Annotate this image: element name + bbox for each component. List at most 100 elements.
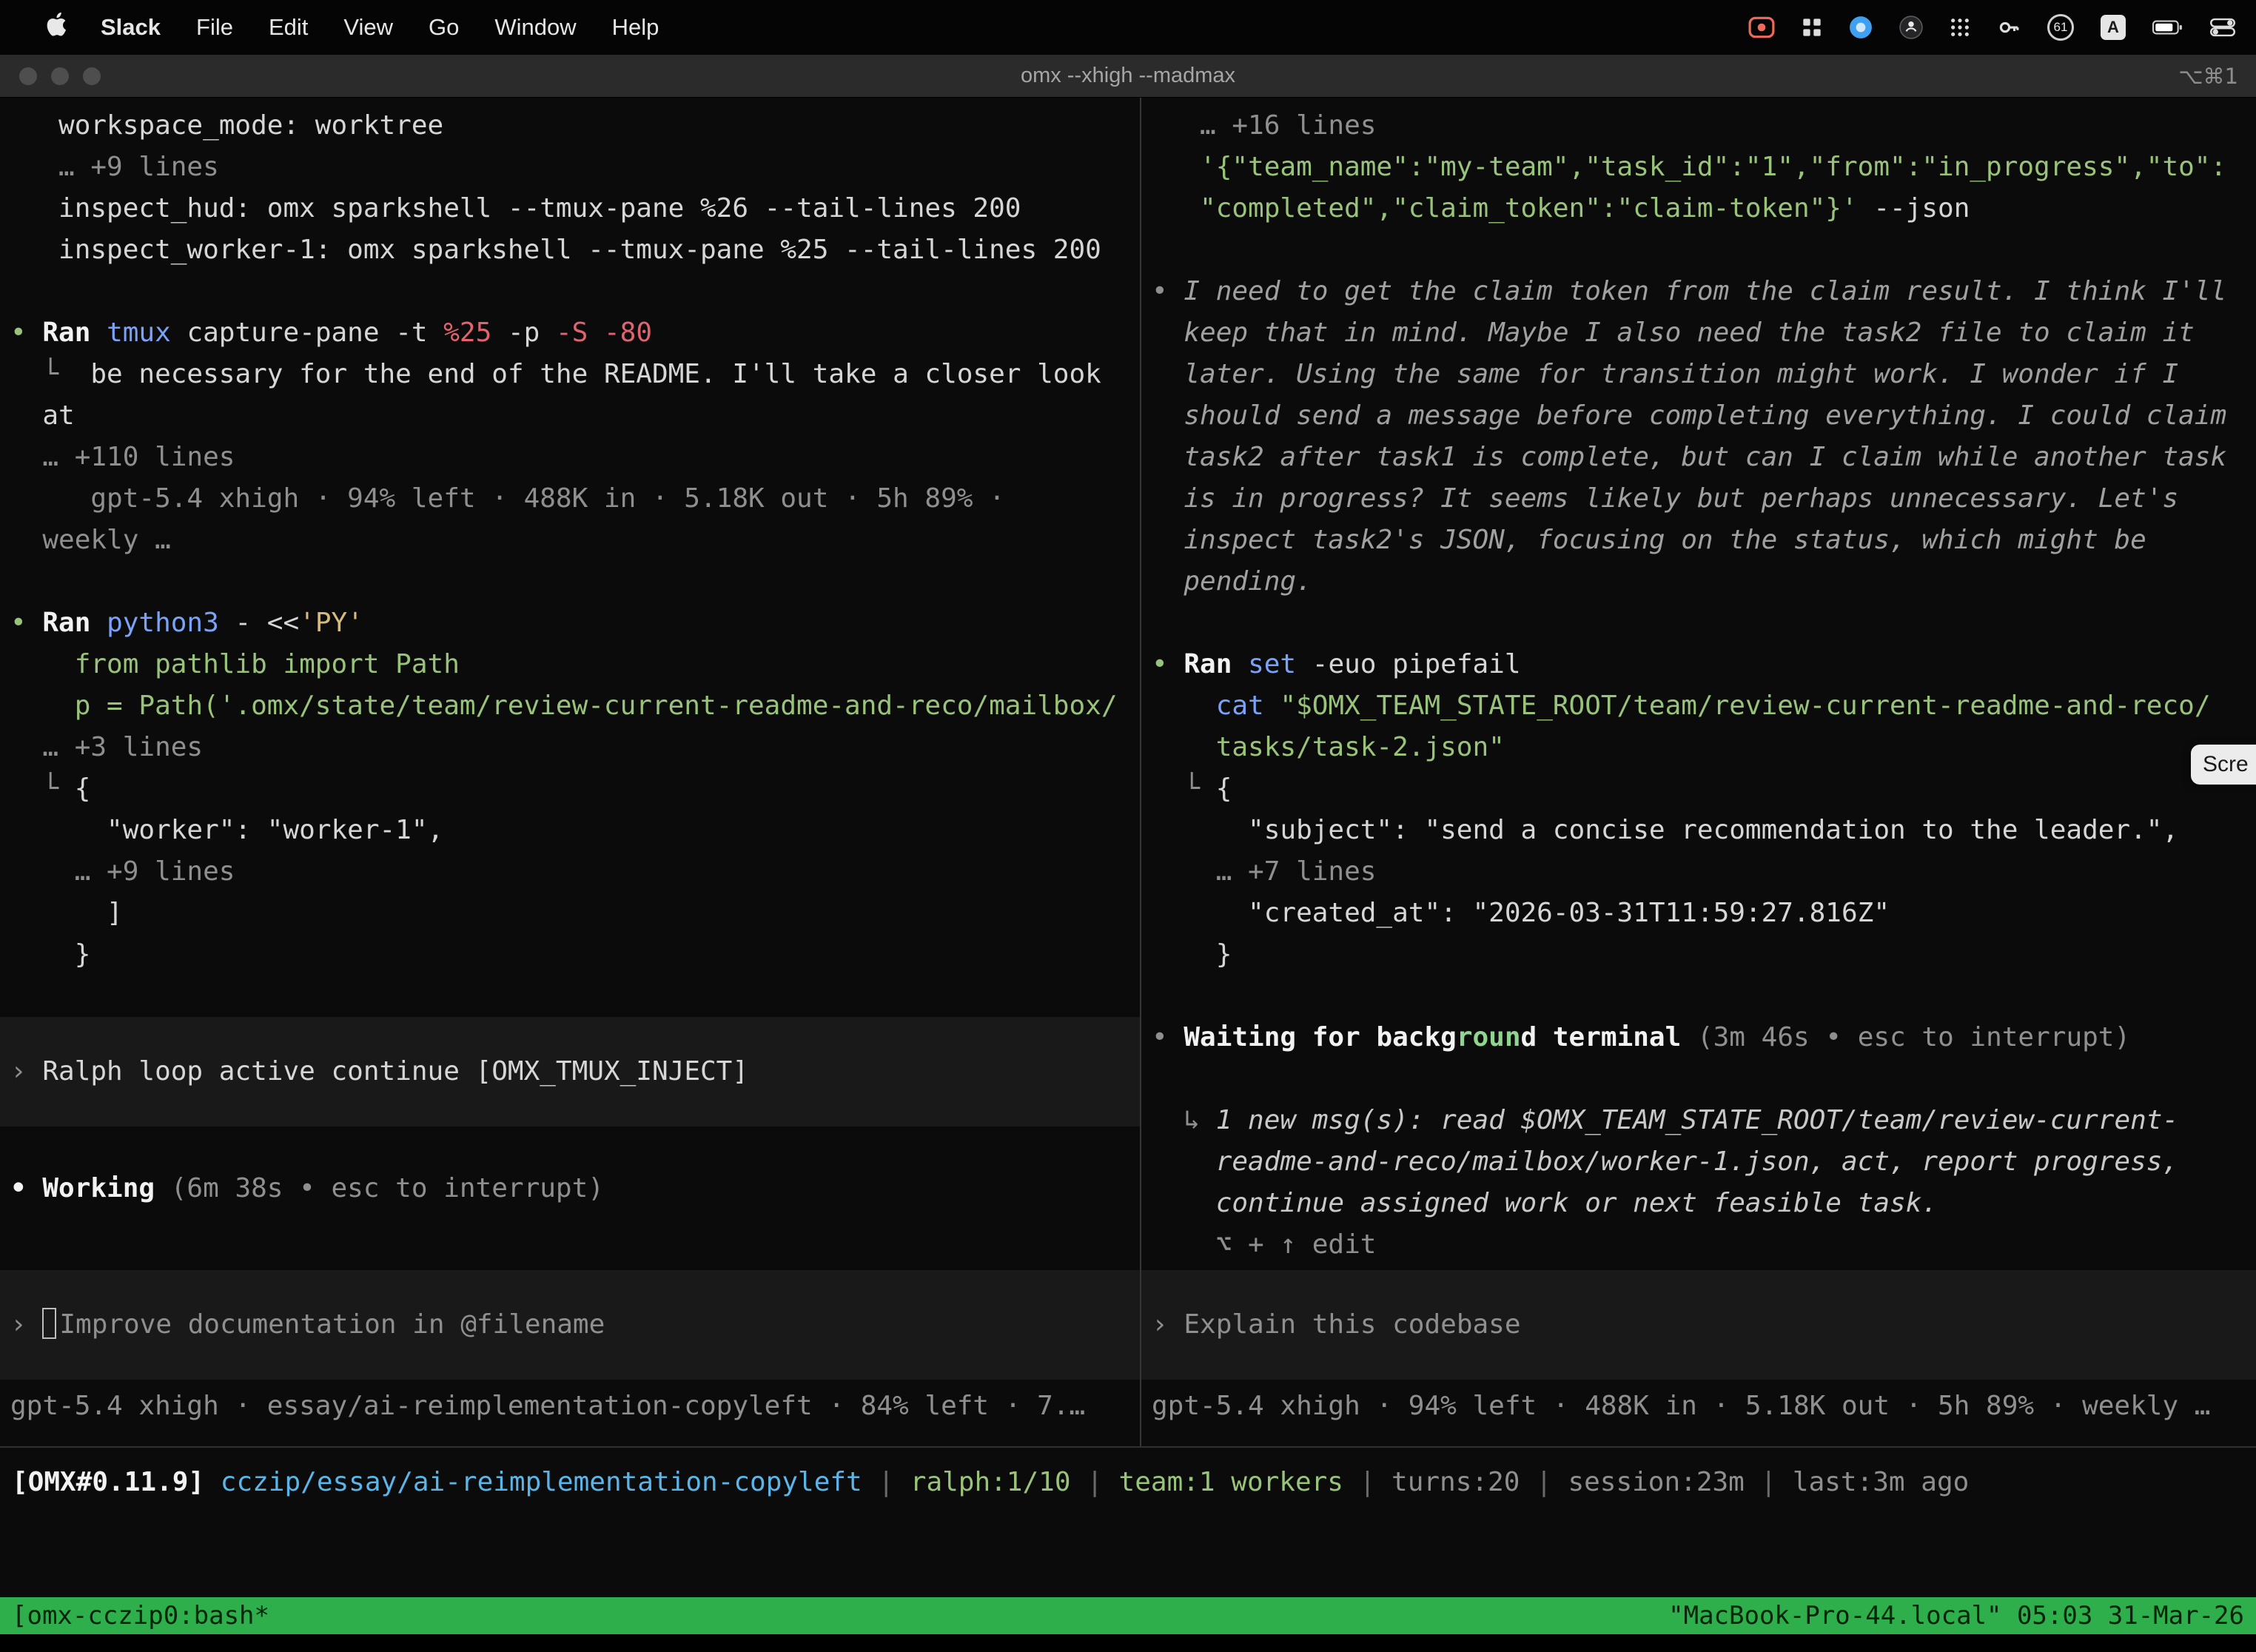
terminal-line: … +9 lines [0, 147, 1140, 188]
terminal-line: cat "$OMX_TEAM_STATE_ROOT/team/review-cu… [1141, 685, 2256, 727]
text-segment: turns:20 [1391, 1467, 1520, 1497]
terminal-line: └ { [1141, 768, 2256, 810]
menu-window[interactable]: Window [477, 14, 594, 41]
tmux-session-label: [omx-cczip0:bash* [12, 1601, 269, 1631]
terminal-line: should send a message before completing … [1141, 395, 2256, 437]
terminal-line: from pathlib import Path [0, 644, 1140, 685]
menu-items: FileEditViewGoWindowHelp [178, 14, 677, 41]
terminal-line: inspect_hud: omx sparkshell --tmux-pane … [0, 188, 1140, 229]
prompt-chevron: › [10, 1309, 42, 1340]
text-segment: '{"team_name":"my-team","task_id":"1","f… [1152, 152, 2226, 182]
terminal-line: • Ran python3 - <<'PY' [0, 602, 1140, 644]
text-segment: | [1343, 1467, 1391, 1497]
terminal-line: ⌥ + ↑ edit [1141, 1224, 2256, 1266]
text-segment: "$OMX_TEAM_STATE_ROOT/team/review-curren… [1264, 691, 2211, 721]
text-segment: at [10, 400, 75, 431]
text-segment: ralph:1/10 [910, 1467, 1071, 1497]
tmux-host-clock: "MacBook-Pro-44.local" 05:03 31-Mar-26 [1668, 1601, 2244, 1631]
window-title-bar: omx --xhigh --madmax ⌥⌘1 [0, 55, 2256, 98]
gauge-icon[interactable]: 61 [2047, 14, 2074, 41]
terminal-line: • Working (6m 38s • esc to interrupt) [0, 1168, 1140, 1209]
screen-sharing-pill[interactable]: Scre [2191, 745, 2256, 785]
window-tiles-icon[interactable] [1802, 17, 1822, 38]
traffic-lights [0, 67, 101, 85]
text-segment: cat [1216, 691, 1264, 721]
text-segment: set [1248, 649, 1296, 679]
control-center-icon[interactable] [2210, 16, 2235, 38]
macos-menu-bar: Slack FileEditViewGoWindowHelp 61 A [0, 0, 2256, 55]
apps-grid-icon[interactable] [1950, 17, 1970, 38]
menu-help[interactable]: Help [594, 14, 677, 41]
text-segment: Waiting for backg [1184, 1022, 1456, 1052]
left-terminal-pane: workspace_mode: worktree … +9 lines insp… [0, 98, 1140, 1446]
blue-app-icon[interactable] [1849, 16, 1873, 39]
text-segment: should send a message before completing … [1152, 400, 2226, 431]
text-segment: • [10, 608, 42, 638]
terminal-line: p = Path('.omx/state/team/review-current… [0, 685, 1140, 727]
text-segment: ↳ [1152, 1105, 1216, 1135]
dark-app-icon[interactable] [1899, 16, 1923, 39]
terminal-line: at [0, 395, 1140, 437]
text-segment: • [10, 1173, 42, 1203]
password-key-icon[interactable] [1997, 16, 2021, 38]
text-segment: team:1 workers [1119, 1467, 1343, 1497]
menu-view[interactable]: View [326, 14, 411, 41]
text-segment: later. Using the same for transition mig… [1152, 359, 2178, 389]
terminal-line: … +110 lines [0, 437, 1140, 478]
right-pane-bottom: › Explain this codebase gpt-5.4 xhigh · … [1141, 1270, 2256, 1427]
minimize-button[interactable] [51, 67, 69, 85]
menu-edit[interactable]: Edit [251, 14, 326, 41]
terminal-line: └ { [0, 768, 1140, 810]
text-segment: capture-pane -t [171, 318, 443, 348]
terminal-line [1141, 976, 2256, 1017]
right-prompt-input[interactable]: › Explain this codebase [1141, 1270, 2256, 1380]
text-segment: workspace_mode: worktree [10, 110, 443, 141]
bottom-gap [0, 1634, 2256, 1652]
terminal-line: • Ran set -euo pipefail [1141, 644, 2256, 685]
text-segment: "subject": "send a concise recommendatio… [1152, 815, 2178, 845]
terminal-line: inspect task2's JSON, focusing on the st… [1141, 520, 2256, 561]
text-segment: python3 [107, 608, 219, 638]
terminal-line [1141, 1058, 2256, 1100]
battery-icon[interactable] [2152, 19, 2183, 36]
terminal-line: inspect_worker-1: omx sparkshell --tmux-… [0, 229, 1140, 271]
active-app-name[interactable]: Slack [83, 14, 178, 41]
input-source-icon[interactable]: A [2101, 15, 2126, 40]
zoom-button[interactable] [83, 67, 101, 85]
text-segment: -S -80 [556, 318, 652, 348]
terminal-line: is in progress? It seems likely but perh… [1141, 478, 2256, 520]
terminal-line: readme-and-reco/mailbox/worker-1.json, a… [1141, 1141, 2256, 1183]
terminal-line: continue assigned work or next feasible … [1141, 1183, 2256, 1224]
text-segment: { [75, 773, 91, 804]
text-segment: weekly … [10, 525, 171, 555]
terminal-window: omx --xhigh --madmax ⌥⌘1 workspace_mode:… [0, 55, 2256, 1652]
text-segment: - << [219, 608, 299, 638]
text-segment: "worker": "worker-1", [10, 815, 443, 845]
left-prompt-input[interactable]: › Improve documentation in @filename [0, 1270, 1140, 1380]
terminal-line: • Waiting for background terminal (3m 46… [1141, 1017, 2256, 1058]
menu-status-icons: 61 A [1748, 14, 2235, 41]
terminal-line: '{"team_name":"my-team","task_id":"1","f… [1141, 147, 2256, 188]
screen-recording-indicator-icon[interactable] [1748, 16, 1775, 38]
terminal-line: tasks/task-2.json" [1141, 727, 2256, 768]
close-button[interactable] [19, 67, 37, 85]
menu-go[interactable]: Go [411, 14, 477, 41]
text-segment: … +9 lines [10, 856, 235, 887]
text-segment: pending. [1152, 566, 1312, 597]
apple-menu[interactable] [30, 12, 83, 43]
menu-file[interactable]: File [178, 14, 251, 41]
text-segment: Ralph loop active continue [OMX_TMUX_INJ… [42, 1056, 748, 1087]
text-segment: └ [10, 359, 90, 389]
window-title: omx --xhigh --madmax [0, 64, 2256, 88]
text-segment: gpt-5.4 xhigh · 94% left · 488K in · 5.1… [10, 483, 1005, 514]
menu-left: Slack FileEditViewGoWindowHelp [30, 12, 677, 43]
text-segment: └ [1152, 773, 1216, 804]
left-pane-bottom: › Improve documentation in @filename gpt… [0, 1270, 1140, 1427]
text-cursor [42, 1308, 56, 1339]
terminal-line: pending. [1141, 561, 2256, 602]
terminal-line: "created_at": "2026-03-31T11:59:27.816Z" [1141, 893, 2256, 934]
terminal-line: ] [0, 893, 1140, 934]
text-segment: tmux [107, 318, 171, 348]
text-segment: ] [10, 898, 123, 928]
text-segment: [OMX#0.11.9] [12, 1467, 204, 1497]
